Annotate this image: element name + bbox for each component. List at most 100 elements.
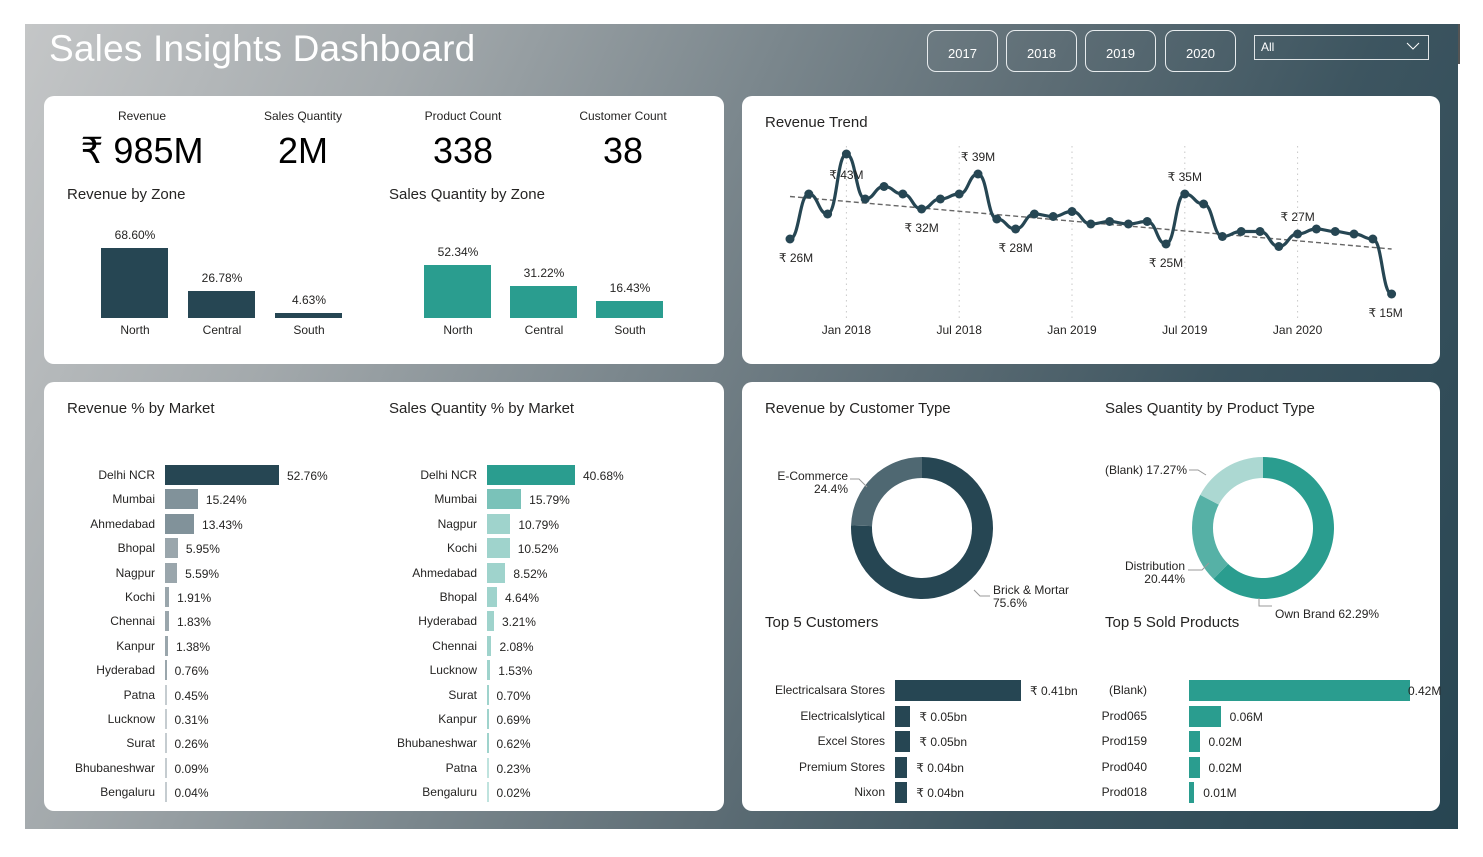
market-value-label: 40.68% [583,469,624,483]
zone-bar-value-label: 26.78% [201,270,243,285]
zone-bar [424,265,491,318]
market-category-label: Mumbai [434,492,477,507]
revenue-data-point [1274,242,1284,251]
market-value-label: 0.09% [174,761,209,776]
revenue-data-point [992,214,1002,224]
top5-bar [895,756,908,778]
filter-dropdown[interactable]: All [1254,35,1429,60]
market-category-label: Kanpur [438,712,477,726]
market-bar [165,660,167,681]
revenue-data-point [954,189,964,199]
leader-line [850,478,868,488]
market-bar [165,513,195,534]
zone-bar [510,286,577,318]
revenue-data-point [1067,207,1077,216]
market-value-label: 3.21% [501,615,536,630]
year-button-2018[interactable]: 2018 [1006,30,1077,72]
top5-bar [1189,731,1200,752]
market-value-label: 8.52% [513,566,548,581]
x-tick-label: Jan 2020 [1273,323,1323,337]
market-value-label: 1.53% [498,664,533,679]
top5-value-label: 0.02M [1208,735,1242,749]
year-button-2020[interactable]: 2020 [1165,30,1236,72]
market-value-label: 15.79% [529,493,570,508]
data-annotation-label: ₹ 32M [904,221,938,235]
data-annotation-label: ₹ 15M [1368,306,1402,320]
market-bar [165,733,167,754]
revenue-data-point [1311,224,1321,234]
revenue-data-point [1123,219,1133,229]
revenue-data-point [1255,227,1265,236]
market-category-label: Surat [448,687,477,702]
data-annotation-label: ₹ 28M [998,241,1032,255]
donut-slice-label: 24.4% [814,482,848,496]
donut-slice-label: Brick & Mortar [993,583,1069,597]
market-category-label: Mumbai [112,492,155,507]
kpi-customer-count-label: Customer Count [579,109,667,123]
kpi-product-count-value: 338 [432,130,494,171]
kpi-sales-qty-label: Sales Quantity [263,109,343,123]
window-edge [1458,24,1460,64]
market-category-label: Patna [123,687,155,702]
market-category-label: Bhubaneshwar [74,760,155,775]
revenue-data-point [823,209,833,219]
kpi-zone-card: Revenue ₹ 985M Sales Quantity 2M Product… [44,96,724,364]
revenue-trend-card: Revenue Trend Jan 2018 Jul 2018 Jan 2019 Ju… [742,96,1440,364]
revenue-data-point [898,189,908,199]
x-tick-label: Jan 2019 [1047,323,1097,337]
zone-category-label: North [120,323,150,337]
market-bar [487,684,489,705]
year-button-2017[interactable]: 2017 [927,30,998,72]
market-bar [487,513,511,534]
revenue-data-point [1349,229,1359,239]
top5-value-label: 0.02M [1208,760,1242,775]
market-bar [165,587,170,607]
revenue-trend-chart: Jan 2018 Jul 2018 Jan 2019 Jul 2019 Jan 2020… [779,146,1403,337]
market-category-label: Bengaluru [422,785,477,800]
revenue-data-point [1048,212,1058,221]
zone-category-label: South [293,323,325,337]
market-bar [487,465,575,485]
zone-category-label: South [614,323,646,337]
market-card: Revenue % by Market Sales Quantity % by … [44,382,724,811]
top5-category-label: Premium Stores [798,759,885,774]
market-value-label: 5.95% [185,542,220,557]
top5-bar [1189,680,1410,701]
market-category-label: Lucknow [429,663,477,678]
kpi-revenue-label: Revenue [117,109,167,123]
page-title: Sales Insights Dashboard [49,28,476,69]
market-value-label: 13.43% [202,517,243,532]
leader-line [973,589,990,597]
year-button-2019[interactable]: 2019 [1085,30,1156,72]
top5-value-label: ₹ 0.04bn [916,760,964,775]
top5-category-label: Prod065 [1101,708,1147,723]
market-value-label: 10.52% [517,542,559,557]
revenue-data-point [1180,189,1190,199]
market-value-label: 0.62% [496,737,531,752]
revenue-data-point [1199,199,1209,209]
data-annotation-label: ₹ 25M [1149,256,1183,270]
kpi-product-count-label: Product Count [424,109,502,123]
top5-value-label: 0.06M [1229,709,1263,724]
market-value-label: 1.83% [176,615,211,630]
market-value-label: 0.02% [496,786,531,801]
revenue-data-point [1293,229,1303,239]
dashboard-canvas: Sales Insights Dashboard 2017 2018 2019 … [25,24,1458,829]
market-category-label: Lucknow [107,712,155,726]
donut-slice-label: 20.44% [1144,572,1185,586]
x-tick-label: Jan 2018 [822,323,872,337]
leader-line [1258,598,1272,607]
sales-qty-pct-by-market-title: Sales Quantity % by Market [389,400,575,417]
leader-line [1189,469,1207,476]
data-annotation-label: ₹ 39M [961,150,995,164]
market-bar [165,538,178,559]
market-bar [487,660,491,681]
market-category-label: Kochi [124,590,155,604]
market-category-label: Ahmedabad [90,516,155,531]
chevron-down-icon [1406,42,1420,50]
market-value-label: 0.26% [174,737,209,752]
market-bar [165,489,198,510]
market-bar [165,709,167,729]
market-bar [487,538,510,559]
market-category-label: Patna [445,760,477,775]
